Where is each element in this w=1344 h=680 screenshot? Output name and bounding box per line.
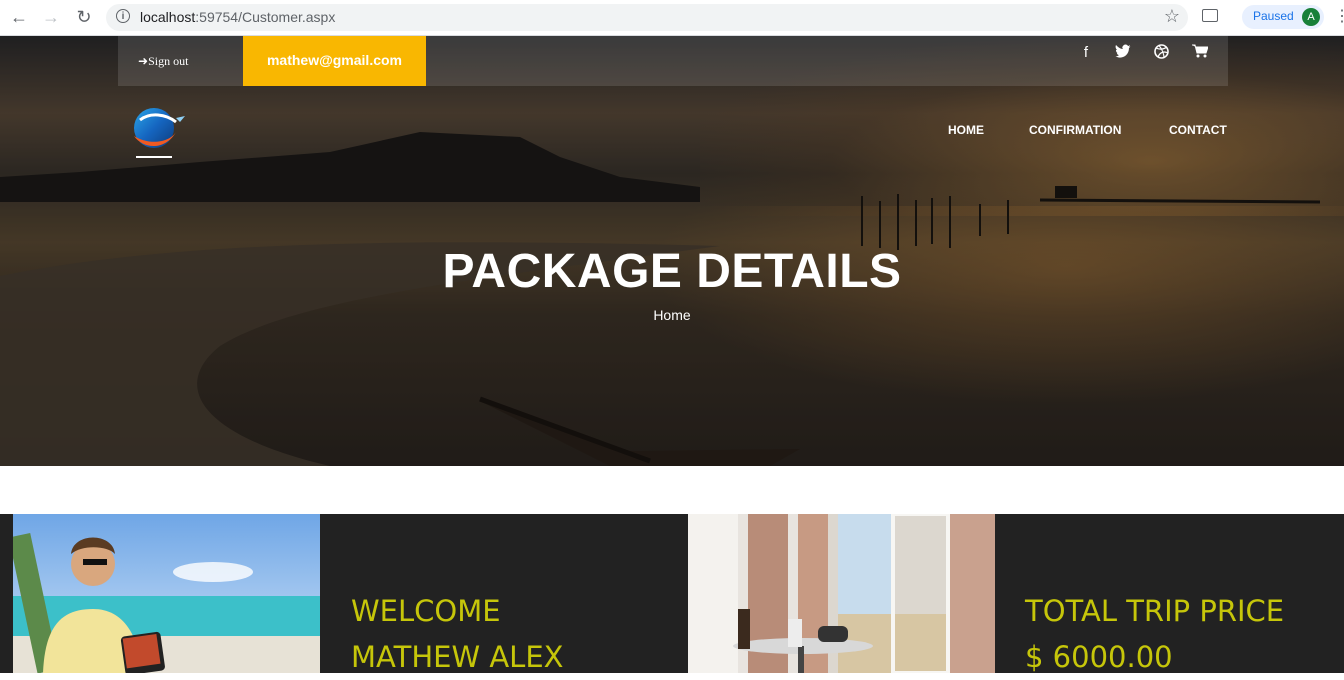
address-bar[interactable]: i localhost:59754/Customer.aspx ☆ [106, 4, 1188, 31]
signout-link[interactable]: ➜Sign out [138, 54, 188, 69]
forward-icon[interactable]: → [40, 6, 62, 28]
site-logo[interactable] [130, 106, 186, 162]
nav-home[interactable]: HOME [948, 123, 984, 137]
page-title: PACKAGE DETAILS [442, 245, 902, 298]
bookmark-star-icon[interactable]: ☆ [1164, 6, 1180, 27]
reload-icon[interactable]: ↻ [73, 6, 95, 28]
cast-icon[interactable] [1202, 9, 1218, 22]
site-info-icon[interactable]: i [116, 9, 130, 23]
facebook-icon[interactable]: f [1077, 44, 1095, 61]
signout-icon: ➜ [138, 54, 149, 68]
cart-icon[interactable] [1191, 44, 1209, 62]
browser-toolbar: ← → ↻ i localhost:59754/Customer.aspx ☆ … [0, 0, 1344, 36]
customer-name: MATHEW ALEX [351, 640, 564, 674]
user-email-button[interactable]: mathew@gmail.com [243, 36, 426, 86]
trip-price-value: $ 6000.00 [1025, 640, 1173, 674]
welcome-text: WELCOME MATHEW ALEX [351, 588, 564, 680]
trip-price-heading: TOTAL TRIP PRICE [1025, 594, 1285, 628]
hero-banner: ➜Sign out mathew@gmail.com f HOME CONFIR… [0, 36, 1344, 466]
hotel-room-photo [688, 514, 995, 673]
dribbble-icon[interactable] [1152, 44, 1170, 63]
profile-paused-button[interactable]: Paused A [1242, 5, 1324, 29]
paused-label: Paused [1253, 9, 1294, 23]
beach-reader-photo [13, 514, 320, 673]
info-strip: WELCOME MATHEW ALEX TOTAL TRIP PRICE $ 6… [0, 514, 1344, 674]
url-path: :59754/Customer.aspx [195, 9, 336, 25]
twitter-icon[interactable] [1114, 44, 1132, 62]
url-text: localhost:59754/Customer.aspx [140, 9, 335, 25]
url-host: localhost [140, 9, 196, 25]
back-icon[interactable]: ← [8, 6, 30, 28]
avatar: A [1302, 8, 1320, 26]
trip-price-text: TOTAL TRIP PRICE $ 6000.00 [1025, 588, 1284, 680]
nav-confirmation[interactable]: CONFIRMATION [1029, 123, 1121, 137]
signout-label: Sign out [148, 54, 189, 68]
kebab-menu-icon[interactable]: ⋮ [1334, 6, 1344, 26]
nav-contact[interactable]: CONTACT [1169, 123, 1227, 137]
top-bar: ➜Sign out mathew@gmail.com f [118, 36, 1228, 86]
welcome-heading: WELCOME [351, 594, 501, 628]
breadcrumb-home[interactable]: Home [0, 307, 1344, 323]
